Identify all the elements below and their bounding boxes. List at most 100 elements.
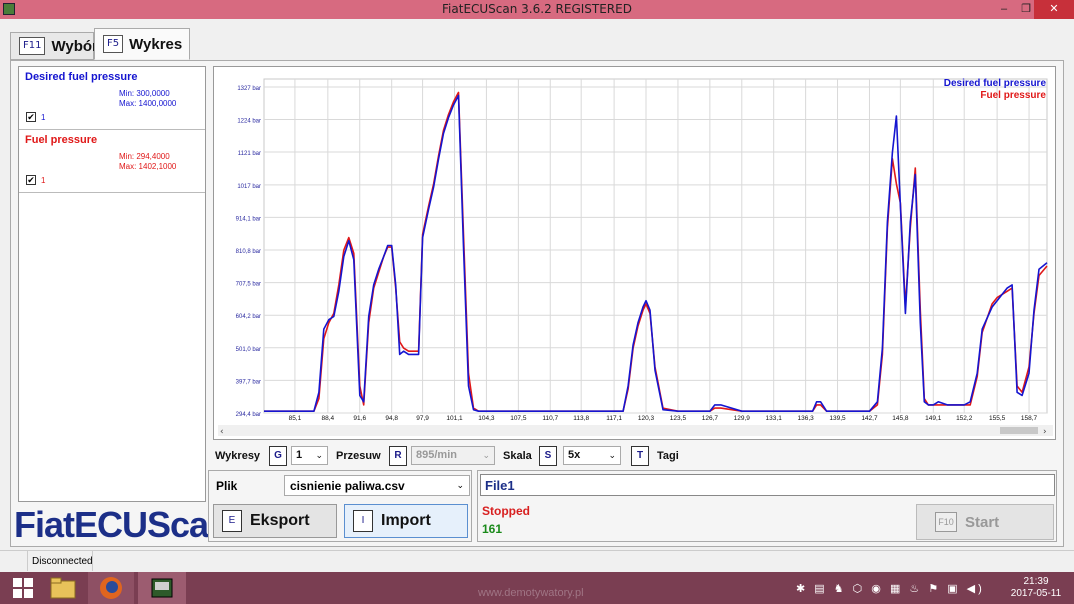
tab-wykres-label: Wykres — [129, 35, 183, 53]
x-tick-label: 107,5 — [510, 415, 527, 422]
series-min: Min: 294,4000 — [119, 152, 170, 161]
recording-status-panel: File1 Stopped 161 F10 Start — [477, 470, 1057, 542]
firefox-taskbar-button[interactable] — [88, 572, 134, 604]
windows-taskbar: www.demotywatory.pl ✱ ▤ ♞ ⬡ ◉ ▦ ♨ ⚑ ▣ ◀)… — [0, 572, 1074, 604]
watermark-text: www.demotywatory.pl — [478, 587, 584, 599]
x-tick-label: 123,5 — [670, 415, 687, 422]
wykresy-label: Wykresy — [215, 450, 261, 462]
status-bar-divider — [92, 551, 93, 571]
y-tick-label: 914,1 bar — [236, 216, 261, 222]
x-tick-label: 113,8 — [573, 415, 589, 422]
skala-label: Skala — [503, 450, 532, 462]
series-checkbox-label: 1 — [41, 113, 46, 122]
plik-label: Plik — [216, 479, 238, 493]
x-tick-label: 152,2 — [956, 415, 973, 422]
x-tick-label: 158,7 — [1021, 415, 1038, 422]
import-button[interactable]: I Import — [344, 504, 468, 538]
import-hotkey: I — [353, 510, 373, 532]
tab-wykres-key: F5 — [103, 35, 124, 53]
y-tick-label: 1121 bar — [238, 151, 261, 157]
x-tick-label: 133,1 — [766, 415, 783, 422]
wykresy-hotkey[interactable]: G — [269, 446, 287, 466]
connection-status: Disconnected — [32, 556, 93, 567]
file-explorer-taskbar-button[interactable] — [40, 572, 86, 604]
tab-wybor-label: Wybór — [51, 37, 98, 55]
tagi-hotkey[interactable]: T — [631, 446, 649, 466]
fiatecuscan-taskbar-button[interactable] — [138, 572, 186, 604]
pressure-line-chart: 1327 bar 1224 bar 1121 bar 1017 bar 914,1 ba… — [218, 78, 1053, 437]
import-label: Import — [381, 512, 431, 529]
wykresy-value: 1 — [296, 449, 303, 461]
przesuw-value: 895/min — [416, 449, 457, 461]
y-tick-label: 810,8 bar — [236, 249, 261, 255]
x-tick-label: 145,8 — [892, 415, 909, 422]
series-visible-checkbox[interactable]: ✔ — [26, 112, 36, 122]
scrollbar-thumb — [1000, 427, 1038, 434]
skala-hotkey[interactable]: S — [539, 446, 557, 466]
y-tick-label: 397,7 bar — [236, 379, 261, 385]
system-tray-icons[interactable]: ✱ ▤ ♞ ⬡ ◉ ▦ ♨ ⚑ ▣ ◀) — [796, 582, 985, 595]
chart-panel: 1327 bar 1224 bar 1121 bar 1017 bar 914,1 ba… — [213, 66, 1056, 440]
x-tick-label: 139,5 — [829, 415, 846, 422]
tab-wykres[interactable]: F5 Wykres — [94, 28, 190, 60]
x-tick-label: 101,1 — [446, 415, 463, 422]
series-visible-checkbox[interactable]: ✔ — [26, 175, 36, 185]
x-tick-label: 126,7 — [702, 415, 719, 422]
tab-wybor-key: F11 — [19, 37, 46, 55]
title-bar: FiatECUScan 3.6.2 REGISTERED – ❐ ✕ — [0, 0, 1074, 19]
recording-state: Stopped — [482, 504, 530, 518]
firefox-icon — [100, 577, 122, 599]
eksport-button[interactable]: E Eksport — [213, 504, 337, 538]
series-min: Min: 300,0000 — [119, 89, 170, 98]
start-label: Start — [965, 513, 1000, 531]
fiatecuscan-logo: FiatECUScan — [14, 504, 230, 545]
chart-legend-entry: Desired fuel pressure — [944, 78, 1047, 89]
tab-wybor[interactable]: F11 Wybór — [10, 32, 98, 60]
przesuw-select[interactable]: 895/min ⌄ — [411, 446, 495, 465]
chevron-down-icon: ⌄ — [315, 450, 323, 460]
series-legend-panel: Desired fuel pressure Min: 300,0000 Max:… — [18, 66, 206, 502]
plot-area — [263, 78, 1048, 414]
x-tick-label: 94,8 — [385, 415, 398, 422]
status-bar: Disconnected — [0, 550, 1074, 571]
chevron-down-icon: ⌄ — [482, 450, 490, 460]
status-bar-segment — [0, 551, 28, 571]
close-button[interactable]: ✕ — [1034, 0, 1074, 19]
wykresy-select[interactable]: 1 ⌄ — [291, 446, 328, 465]
x-tick-label: 104,3 — [478, 415, 495, 422]
x-tick-label: 88,4 — [322, 415, 335, 422]
taskbar-clock[interactable]: 21:39 2017-05-11 — [1010, 576, 1062, 600]
series-checkbox-label: 1 — [41, 176, 46, 185]
x-tick-label: 129,9 — [734, 415, 751, 422]
file-select-value: cisnienie paliwa.csv — [290, 479, 405, 493]
y-tick-label: 707,5 bar — [236, 282, 261, 288]
series-max: Max: 1402,1000 — [119, 162, 177, 171]
legend-entry-fuel-pressure[interactable]: Fuel pressure Min: 294,4000 Max: 1402,10… — [19, 130, 205, 193]
x-tick-label: 97,9 — [416, 415, 429, 422]
series-name: Fuel pressure — [25, 134, 98, 146]
fiatecuscan-app-icon — [151, 578, 173, 598]
y-tick-label: 294,4 bar — [236, 412, 261, 418]
clock-date: 2017-05-11 — [1010, 588, 1062, 599]
przesuw-hotkey[interactable]: R — [389, 446, 407, 466]
x-tick-label: 117,1 — [606, 415, 622, 422]
y-tick-label: 1327 bar — [237, 86, 261, 92]
file-select[interactable]: cisnienie paliwa.csv ⌄ — [284, 475, 470, 496]
scroll-right-arrow-icon: › — [1043, 427, 1047, 437]
legend-entry-desired-fuel-pressure[interactable]: Desired fuel pressure Min: 300,0000 Max:… — [19, 67, 205, 130]
x-tick-label: 85,1 — [289, 415, 302, 422]
series-max: Max: 1400,0000 — [119, 99, 177, 108]
x-tick-label: 91,6 — [353, 415, 366, 422]
recording-file-name[interactable]: File1 — [480, 474, 1055, 496]
scroll-left-arrow-icon: ‹ — [220, 427, 224, 437]
sample-count: 161 — [482, 522, 503, 536]
x-tick-label: 110,7 — [542, 415, 558, 422]
eksport-hotkey: E — [222, 510, 242, 532]
chevron-down-icon: ⌄ — [608, 450, 616, 460]
x-tick-label: 155,5 — [989, 415, 1006, 422]
y-tick-label: 604,2 bar — [236, 314, 261, 320]
skala-select[interactable]: 5x ⌄ — [563, 446, 621, 465]
start-button[interactable]: F10 Start — [916, 504, 1054, 540]
y-tick-label: 1017 bar — [237, 184, 261, 190]
windows-logo-icon — [13, 578, 33, 598]
